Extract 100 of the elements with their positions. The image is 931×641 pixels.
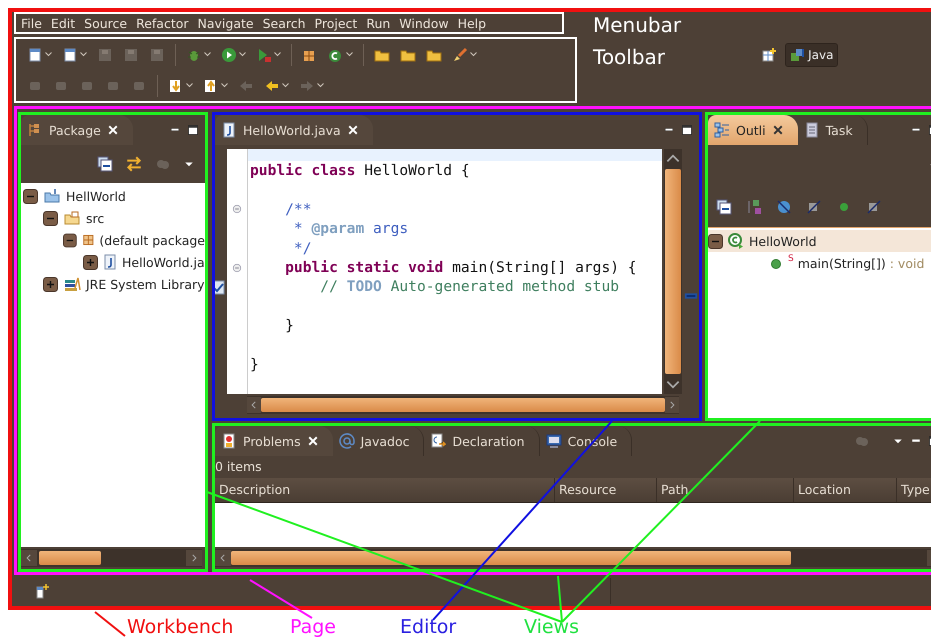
project-folder-icon [42, 188, 62, 204]
outline-item-label: HelloWorld [749, 234, 817, 248]
view-tab[interactable]: Outli [708, 115, 798, 145]
outline-icon [714, 122, 730, 138]
menu-item[interactable]: Edit [48, 16, 82, 30]
scrollbar-thumb[interactable] [39, 551, 101, 565]
console-icon [546, 433, 562, 449]
hide-static-icon [806, 199, 822, 215]
code-line: } [284, 316, 295, 336]
editor-tab[interactable]: HelloWorld.java [215, 115, 373, 145]
save-icon [97, 46, 113, 62]
menu-item[interactable]: Navigate [194, 16, 260, 30]
menu-item[interactable]: Run [363, 16, 396, 30]
tree-item-label: HellWorld [66, 188, 126, 204]
collapse-icon[interactable] [43, 210, 58, 226]
scroll-left-button[interactable] [247, 397, 262, 413]
static-modifier: S [788, 254, 794, 264]
annotation-label: Toolbar [593, 44, 666, 70]
fast-view-icon [34, 582, 50, 598]
tree-item[interactable]: HelloWorld.ja [21, 251, 205, 273]
item-count: 0 items [215, 458, 263, 476]
code-line: */ [292, 238, 313, 258]
code-line: /** [284, 200, 313, 220]
scrollbar-thumb[interactable] [665, 169, 681, 374]
horizontal-scrollbar[interactable] [247, 396, 679, 414]
sort-icon [746, 199, 762, 215]
run-icon [221, 46, 237, 62]
caret-icon [317, 83, 324, 88]
java-file-icon [102, 254, 118, 270]
code-line: * @param args [292, 219, 410, 239]
caret-icon [186, 83, 193, 88]
column-header[interactable]: Location [794, 478, 897, 502]
code-editor[interactable]: public class HelloWorld { /** * @param args */ public static void main(String[] args) { // TODO Auto-generated method stub } } [248, 149, 662, 394]
java-perspective-button[interactable]: Java [785, 43, 838, 67]
caret-icon [239, 52, 246, 57]
package-folder-icon [62, 210, 82, 226]
annotation-label: Editor [400, 615, 456, 640]
scroll-right-button[interactable] [664, 397, 679, 413]
close-icon [306, 435, 319, 447]
collapse-icon[interactable] [708, 234, 723, 248]
scrollbar-thumb[interactable] [261, 398, 665, 412]
column-header[interactable]: Resource [555, 478, 657, 502]
column-header[interactable]: Type [897, 478, 931, 502]
menu-item[interactable]: Search [260, 16, 312, 30]
horizontal-scrollbar[interactable] [215, 549, 931, 567]
tree-item[interactable]: HellWorld [21, 185, 205, 207]
fold-toggle-icon [231, 262, 243, 274]
caret-icon [204, 52, 211, 57]
scrollbar-thumb[interactable] [231, 551, 791, 565]
maximize-icon [681, 124, 693, 136]
menu-item[interactable]: File [18, 16, 48, 30]
close-icon [106, 124, 119, 136]
menu-item[interactable]: Window [396, 16, 455, 30]
code-line: public class HelloWorld { [249, 161, 471, 180]
package-tab[interactable]: Package [21, 115, 133, 145]
tree-item[interactable]: (default package [21, 229, 205, 251]
tree-item[interactable]: src [21, 207, 205, 229]
collapse-all-icon [97, 156, 113, 172]
tree-item-label: (default package [99, 232, 205, 248]
tree-item-label: JRE System Library [86, 276, 205, 292]
caret-icon [282, 83, 289, 88]
expand-icon[interactable] [43, 276, 58, 292]
view-tab[interactable]: Problems [215, 426, 333, 456]
hide-local-icon [866, 199, 882, 215]
package-icon [80, 232, 96, 248]
scroll-left-button[interactable] [215, 550, 231, 566]
menu-item[interactable]: Project [312, 16, 364, 30]
save-all-icon [123, 46, 139, 62]
tree-item-label: src [86, 210, 104, 226]
view-tab[interactable]: Declaration [424, 426, 540, 456]
scroll-right-button[interactable] [186, 550, 202, 566]
run-external-icon [256, 46, 272, 62]
vertical-scrollbar[interactable] [664, 149, 682, 394]
fold-toggle-icon [231, 203, 243, 216]
caret-icon [470, 52, 477, 57]
code-line: public static void main(String[] args) { [284, 258, 638, 278]
collapse-icon[interactable] [23, 188, 38, 204]
caret-icon [221, 83, 228, 88]
collapse-icon[interactable] [63, 232, 77, 248]
problems-icon [221, 433, 237, 449]
tree-item[interactable]: JRE System Library [21, 273, 205, 295]
scroll-left-button[interactable] [21, 550, 37, 566]
horizontal-scrollbar[interactable] [21, 549, 202, 567]
menu-item[interactable]: Help [454, 16, 492, 30]
view-tab[interactable]: Javadoc [332, 426, 424, 456]
menu-item[interactable]: Refactor [133, 16, 195, 30]
annotation-label: Menubar [593, 12, 682, 38]
new-file-icon [27, 46, 43, 62]
code-line: // TODO Auto-generated method stub [319, 277, 620, 297]
java-file-icon [221, 122, 237, 138]
column-header[interactable]: Description [215, 478, 555, 502]
maximize-icon [187, 124, 199, 136]
expand-icon[interactable] [83, 254, 98, 270]
outline-item[interactable]: HelloWorld [708, 230, 931, 252]
view-tab[interactable]: Task [798, 115, 868, 145]
new-item-icon [62, 46, 78, 62]
task-list-icon [804, 122, 820, 138]
column-header[interactable]: Path [657, 478, 794, 502]
menu-item[interactable]: Source [81, 16, 134, 30]
outline-item[interactable]: S main(String[]) : void [708, 252, 931, 274]
